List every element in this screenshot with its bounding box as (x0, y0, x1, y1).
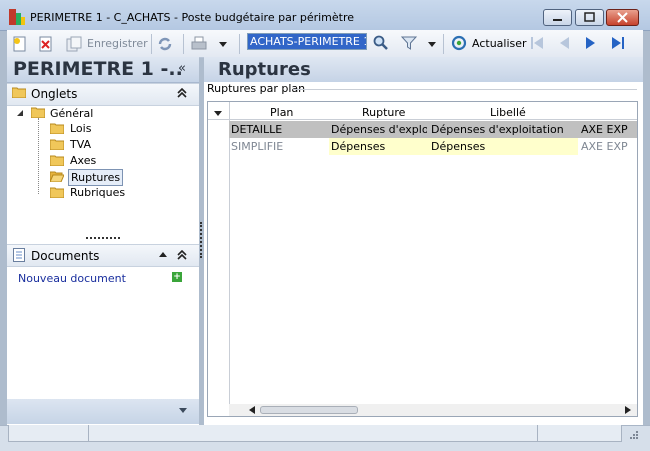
next-record-icon[interactable] (583, 35, 599, 51)
status-cell (537, 425, 622, 442)
refresh-button[interactable]: Actualiser (472, 37, 527, 50)
perimeter-title: PERIMETRE 1 -.. (13, 58, 183, 80)
status-cell (88, 425, 539, 442)
cell-rupture[interactable]: Dépenses (331, 138, 385, 155)
folder-icon (50, 155, 64, 166)
folder-icon (12, 87, 26, 98)
save-icon[interactable] (66, 36, 82, 52)
chevron-down-icon[interactable] (214, 111, 222, 116)
previous-record-icon[interactable] (556, 35, 572, 51)
delete-icon[interactable] (38, 36, 54, 52)
scroll-left-icon[interactable] (249, 406, 255, 414)
tabs-section-label: Onglets (31, 87, 78, 101)
add-document-icon[interactable]: + (172, 272, 182, 282)
tree-item-axes[interactable]: Axes (70, 154, 96, 167)
cell-libelle[interactable]: Dépenses d'exploitation (431, 121, 564, 138)
scroll-right-icon[interactable] (625, 406, 631, 414)
panel-splitter[interactable] (86, 237, 120, 242)
print-icon[interactable] (191, 36, 207, 52)
status-cell (8, 425, 90, 442)
row-header-column (208, 102, 230, 416)
cell-plan[interactable]: SIMPLIFIE (231, 138, 283, 155)
new-document-link[interactable]: Nouveau document (18, 272, 126, 285)
minimize-icon (553, 19, 562, 21)
tree-item-ruptures[interactable]: Ruptures (68, 169, 124, 186)
chevron-up-icon[interactable] (159, 252, 167, 257)
sync-icon[interactable] (157, 36, 173, 52)
tree-item-rubriques[interactable]: Rubriques (70, 186, 125, 199)
refresh-icon[interactable] (451, 35, 467, 51)
collapse-section-icon[interactable] (177, 88, 187, 98)
first-record-icon[interactable] (529, 35, 545, 51)
cell-extra[interactable]: AXE EXP (581, 121, 637, 138)
maximize-icon (584, 12, 595, 22)
minimize-button[interactable] (543, 9, 572, 26)
left-panel-footer (7, 399, 199, 424)
cell-libelle[interactable]: Dépenses (431, 138, 485, 155)
tree-expander-icon[interactable] (16, 109, 24, 117)
open-folder-icon (50, 171, 64, 182)
tree-item-general[interactable]: Général (50, 107, 93, 120)
toolbar-separator (151, 34, 152, 54)
resize-grip-icon[interactable] (627, 430, 639, 442)
collapse-panel-button[interactable]: « (178, 61, 186, 76)
cell-plan[interactable]: DETAILLE (231, 121, 282, 138)
section-title: Ruptures (218, 59, 311, 80)
column-header-rupture[interactable]: Rupture (362, 106, 405, 119)
document-icon (13, 248, 25, 262)
folder-icon (50, 123, 64, 134)
caption-line (293, 89, 637, 90)
toolbar-separator (443, 34, 444, 54)
chevron-down-icon[interactable] (219, 42, 227, 47)
close-icon (617, 12, 628, 23)
search-icon[interactable] (373, 35, 389, 51)
maximize-button[interactable] (575, 9, 604, 26)
toolbar-separator (183, 34, 184, 54)
column-header-plan[interactable]: Plan (270, 106, 293, 119)
column-header-libelle[interactable]: Libellé (490, 106, 526, 119)
tree-line (38, 118, 40, 194)
toolbar-separator (239, 34, 240, 54)
tree-item-lois[interactable]: Lois (70, 122, 91, 135)
search-input[interactable]: ACHATS-PERIMETRE 1 (247, 33, 367, 50)
folder-icon (50, 139, 64, 150)
scrollbar-thumb[interactable] (260, 406, 358, 414)
tree-item-tva[interactable]: TVA (70, 138, 91, 151)
collapse-section-icon[interactable] (177, 250, 187, 260)
chevron-down-icon[interactable] (428, 42, 436, 47)
window-title: PERIMETRE 1 - C_ACHATS - Poste budgétair… (30, 11, 355, 24)
last-record-icon[interactable] (610, 35, 626, 51)
folder-icon (31, 107, 45, 118)
documents-section-label: Documents (31, 249, 100, 263)
close-button[interactable] (606, 9, 639, 26)
cell-extra[interactable]: AXE EXP (581, 138, 637, 155)
cell-rupture[interactable]: Dépenses d'exploita (331, 121, 427, 138)
app-icon (9, 9, 25, 25)
filter-icon[interactable] (401, 35, 417, 51)
grid-caption: Ruptures par plan (207, 82, 306, 95)
new-icon[interactable] (12, 36, 28, 52)
chevron-down-icon[interactable] (179, 408, 187, 413)
save-button[interactable]: Enregistrer (87, 37, 148, 50)
folder-icon (50, 187, 64, 198)
